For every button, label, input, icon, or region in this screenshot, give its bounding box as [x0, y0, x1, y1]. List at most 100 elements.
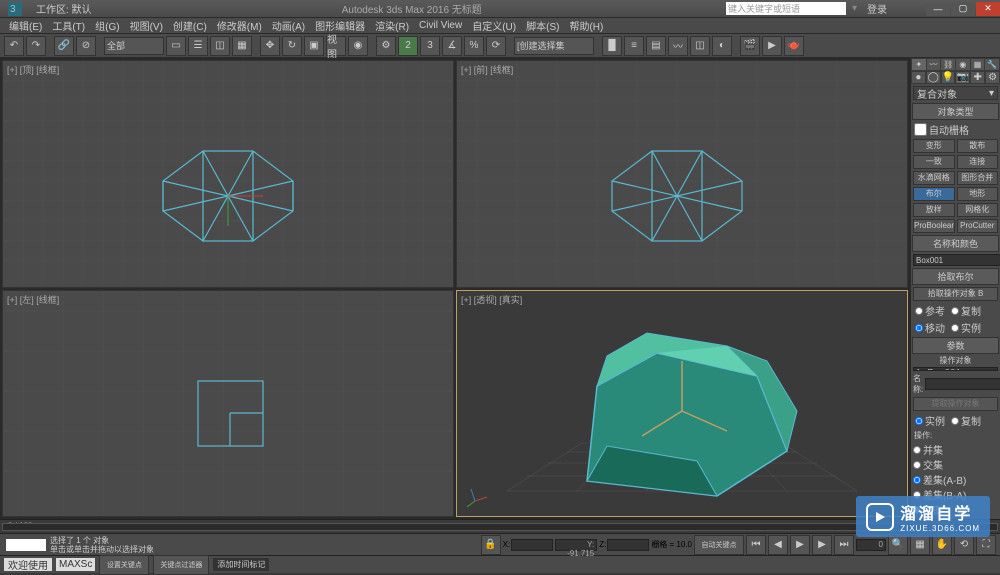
terrain-button[interactable]: 地形	[957, 187, 999, 201]
mirror-icon[interactable]: ▐▌	[602, 36, 622, 56]
viewport-left[interactable]: [+] [左] [线框]	[2, 290, 454, 518]
instance-radio[interactable]	[951, 324, 959, 332]
create-tab-icon[interactable]: ✦	[912, 59, 926, 70]
menu-tools[interactable]: 工具(T)	[47, 18, 90, 33]
systems-icon[interactable]: ⚙	[986, 72, 999, 83]
viewport-top[interactable]: [+] [顶] [线框]	[2, 60, 454, 288]
helpers-icon[interactable]: ✚	[971, 72, 984, 83]
menu-script[interactable]: 脚本(S)	[521, 18, 564, 33]
render-setup-icon[interactable]: 🎬	[740, 36, 760, 56]
hierarchy-tab-icon[interactable]: ⛓	[941, 59, 955, 70]
z-spinner[interactable]	[607, 539, 649, 551]
link-icon[interactable]: 🔗	[54, 36, 74, 56]
shapemerge-button[interactable]: 图形合并	[957, 171, 999, 185]
rotate-icon[interactable]: ↻	[282, 36, 302, 56]
zoom-icon[interactable]: 🔍	[888, 535, 908, 555]
motion-tab-icon[interactable]: ◉	[956, 59, 970, 70]
lock-icon[interactable]: 🔒	[481, 535, 501, 555]
minimize-icon[interactable]: —	[926, 2, 950, 16]
section-parameters[interactable]: 参数	[912, 337, 999, 354]
object-name-input[interactable]	[913, 254, 1000, 266]
keyfilter-button[interactable]: 关键点过滤器	[153, 555, 209, 575]
move-icon[interactable]: ✥	[260, 36, 280, 56]
intersect-radio[interactable]	[913, 461, 921, 469]
angle-snap-icon[interactable]: ∡	[442, 36, 462, 56]
selection-set-dropdown[interactable]: [创建选择集	[514, 37, 594, 55]
autokey-button[interactable]: 自动关键点	[694, 535, 744, 555]
ext-instance-radio[interactable]	[915, 417, 923, 425]
search-dropdown-icon[interactable]: ▾	[852, 3, 857, 14]
utilities-tab-icon[interactable]: 🔧	[985, 59, 999, 70]
unlink-icon[interactable]: ⊘	[76, 36, 96, 56]
percent-snap-icon[interactable]: %	[464, 36, 484, 56]
refcoord-icon[interactable]: 视图	[326, 36, 346, 56]
snap2d-icon[interactable]: 2	[398, 36, 418, 56]
y-spinner[interactable]: Y: -91.715	[555, 539, 597, 551]
section-object-type[interactable]: 对象类型	[912, 103, 999, 120]
blobmesh-button[interactable]: 水滴网格	[913, 171, 955, 185]
category-dropdown[interactable]: 复合对象▾	[913, 86, 998, 100]
ext-copy-radio[interactable]	[951, 417, 959, 425]
maxscript-label[interactable]: MAXSc	[56, 558, 95, 571]
orbit-icon[interactable]: ⟲	[954, 535, 974, 555]
frame-spinner[interactable]: 0	[856, 539, 886, 551]
goto-end-icon[interactable]: ⏭	[834, 535, 854, 555]
union-radio[interactable]	[913, 446, 921, 454]
move-radio[interactable]	[915, 324, 923, 332]
prev-frame-icon[interactable]: ◀	[768, 535, 788, 555]
shapes-icon[interactable]: ◯	[927, 72, 940, 83]
section-pick-boolean[interactable]: 拾取布尔	[912, 268, 999, 285]
scatter-button[interactable]: 散布	[957, 139, 999, 153]
timeline[interactable]: 0 / 100	[0, 519, 1000, 533]
viewport-perspective[interactable]: [+] [透视] [真实]	[456, 290, 908, 518]
section-name-color[interactable]: 名称和颜色	[912, 235, 999, 252]
display-tab-icon[interactable]: ▦	[971, 59, 985, 70]
connect-button[interactable]: 连接	[957, 155, 999, 169]
procutter-button[interactable]: ProCutter	[957, 219, 999, 233]
manipulator-icon[interactable]: ⚙	[376, 36, 396, 56]
menu-group[interactable]: 组(G)	[90, 18, 124, 33]
ref-radio[interactable]	[915, 307, 923, 315]
morph-button[interactable]: 变形	[913, 139, 955, 153]
undo-icon[interactable]: ↶	[4, 36, 24, 56]
conform-button[interactable]: 一致	[913, 155, 955, 169]
menu-view[interactable]: 视图(V)	[125, 18, 168, 33]
select-region-icon[interactable]: ◫	[210, 36, 230, 56]
boolean-button[interactable]: 布尔	[913, 187, 955, 201]
align-icon[interactable]: ≡	[624, 36, 644, 56]
material-icon[interactable]: ◐	[712, 36, 732, 56]
render-icon[interactable]: 🫖	[784, 36, 804, 56]
redo-icon[interactable]: ↷	[26, 36, 46, 56]
autogrid-checkbox[interactable]	[914, 123, 927, 136]
viewport-label[interactable]: [+] [左] [线框]	[7, 293, 59, 306]
goto-start-icon[interactable]: ⏮	[746, 535, 766, 555]
schematic-icon[interactable]: ◫	[690, 36, 710, 56]
play-icon[interactable]: ▶	[790, 535, 810, 555]
curve-editor-icon[interactable]: 〰	[668, 36, 688, 56]
x-spinner[interactable]	[511, 539, 553, 551]
viewport-label[interactable]: [+] [顶] [线框]	[7, 63, 59, 76]
copy-radio[interactable]	[951, 307, 959, 315]
pan-icon[interactable]: ✋	[932, 535, 952, 555]
scale-icon[interactable]: ▣	[304, 36, 324, 56]
operand-name-input[interactable]	[925, 378, 1000, 390]
maximize-icon[interactable]: ▢	[951, 2, 975, 16]
search-input[interactable]: 键入关键字或短语	[726, 2, 846, 15]
render-frame-icon[interactable]: ▶	[762, 36, 782, 56]
menu-modifiers[interactable]: 修改器(M)	[212, 18, 267, 33]
layer-icon[interactable]: ▤	[646, 36, 666, 56]
selection-filter-dropdown[interactable]: 全部	[104, 37, 164, 55]
lights-icon[interactable]: 💡	[942, 72, 955, 83]
extract-button[interactable]: 提取操作对象	[913, 397, 998, 411]
loft-button[interactable]: 放样	[913, 203, 955, 217]
menu-civilview[interactable]: Civil View	[414, 20, 467, 31]
mesher-button[interactable]: 网格化	[957, 203, 999, 217]
suba-radio[interactable]	[913, 476, 921, 484]
window-crossing-icon[interactable]: ▦	[232, 36, 252, 56]
viewport-front[interactable]: [+] [前] [线框]	[456, 60, 908, 288]
menu-edit[interactable]: 编辑(E)	[4, 18, 47, 33]
cameras-icon[interactable]: 📷	[956, 72, 969, 83]
modify-tab-icon[interactable]: 〰	[927, 59, 941, 70]
geometry-icon[interactable]: ●	[912, 72, 925, 83]
time-tag-input[interactable]: 添加时间标记	[213, 558, 269, 571]
